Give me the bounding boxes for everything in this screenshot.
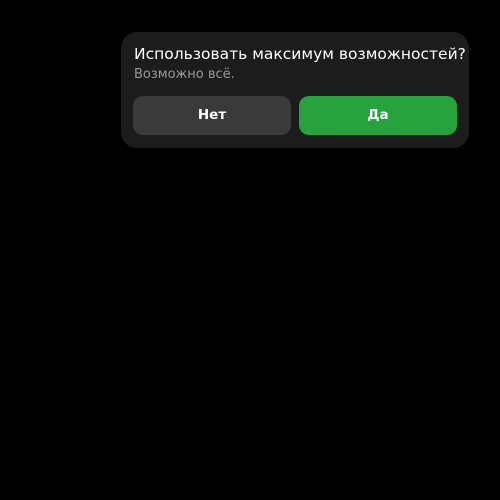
notification-subtitle: Возможно всё. <box>134 67 235 82</box>
screen-background: Использовать максимум возможностей? Возм… <box>0 0 500 500</box>
notification-card: Использовать максимум возможностей? Возм… <box>121 32 469 148</box>
yes-button[interactable]: Да <box>299 96 457 135</box>
no-button[interactable]: Нет <box>133 96 291 135</box>
notification-title: Использовать максимум возможностей? <box>134 45 466 63</box>
